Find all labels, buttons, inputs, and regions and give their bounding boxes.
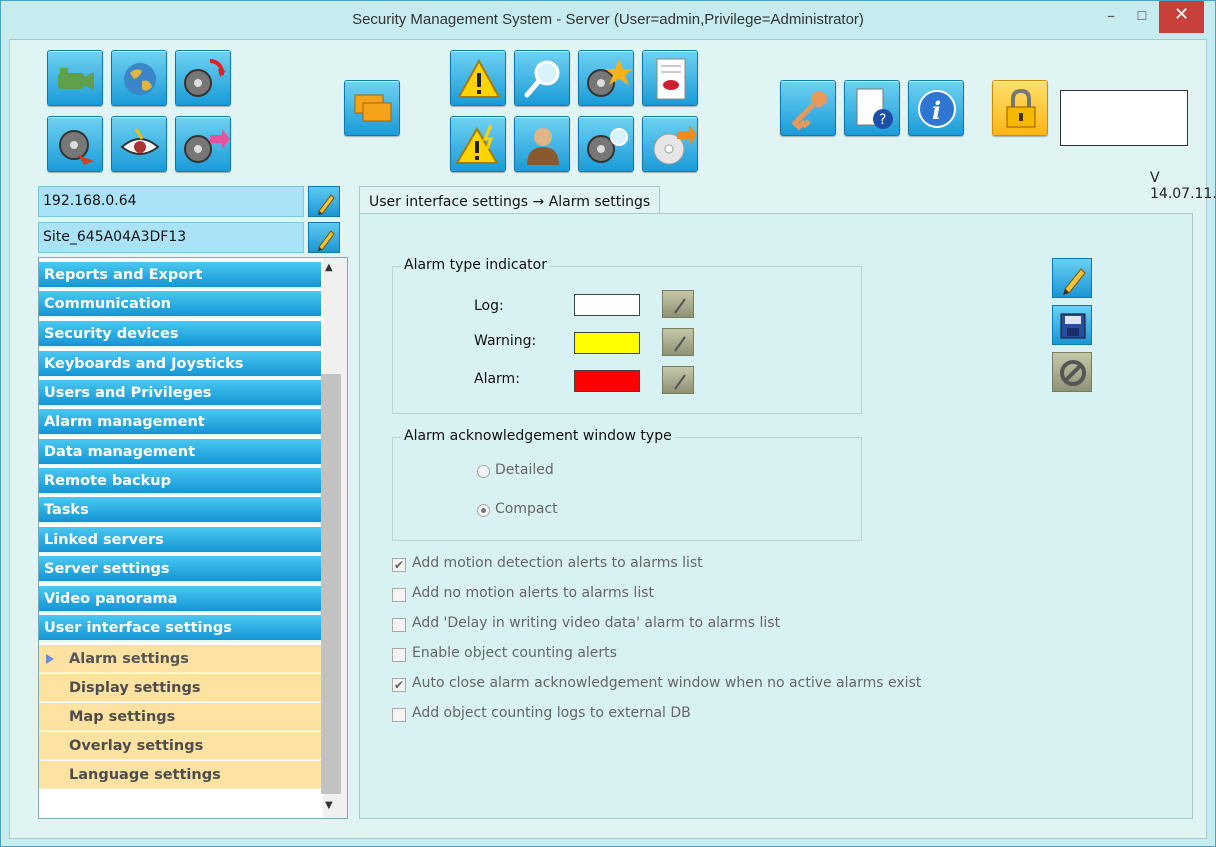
- film-search-icon[interactable]: [578, 116, 634, 172]
- tab-alarm-settings[interactable]: User interface settings → Alarm settings: [359, 186, 661, 216]
- disc-export-icon[interactable]: [642, 116, 698, 172]
- eye-icon[interactable]: [111, 116, 167, 172]
- external-db-checkbox[interactable]: [392, 708, 406, 722]
- auto-close-label: Auto close alarm acknowledgement window …: [412, 675, 922, 691]
- tree-item-keyboards[interactable]: Keyboards and Joysticks: [39, 351, 321, 378]
- tree-sub-map-settings[interactable]: Map settings: [39, 703, 321, 731]
- warning-label: Warning:: [474, 333, 537, 349]
- svg-text:i: i: [932, 96, 941, 125]
- tree-sub-display-settings[interactable]: Display settings: [39, 674, 321, 702]
- tree-sub-alarm-settings[interactable]: Alarm settings: [39, 645, 321, 673]
- scroll-up-icon[interactable]: ▲: [325, 262, 333, 273]
- app-window: Security Management System - Server (Use…: [0, 0, 1216, 847]
- minimize-button[interactable]: –: [1096, 1, 1126, 33]
- settings-tree[interactable]: Reports and Export Communication Securit…: [38, 257, 348, 819]
- ack-window-title: Alarm acknowledgement window type: [401, 428, 675, 444]
- alarm-color-swatch: [574, 370, 640, 392]
- object-counting-checkbox[interactable]: [392, 648, 406, 662]
- site-name-field[interactable]: Site_645A04A3DF13: [38, 222, 304, 253]
- status-field: [1060, 90, 1188, 146]
- tree-item-linked-servers[interactable]: Linked servers: [39, 527, 321, 554]
- user-icon[interactable]: [514, 116, 570, 172]
- tree-item-data-management[interactable]: Data management: [39, 439, 321, 466]
- search-icon[interactable]: [514, 50, 570, 106]
- tree-item-video-panorama[interactable]: Video panorama: [39, 586, 321, 613]
- ack-window-group: Alarm acknowledgement window type: [392, 428, 862, 541]
- cancel-button[interactable]: [1052, 352, 1092, 392]
- detailed-label: Detailed: [495, 462, 554, 478]
- tree-sub-overlay-settings[interactable]: Overlay settings: [39, 732, 321, 760]
- tree-item-reports[interactable]: Reports and Export: [39, 262, 321, 289]
- compact-label: Compact: [495, 501, 558, 517]
- motion-alerts-checkbox[interactable]: ✔: [392, 558, 406, 572]
- warning-color-picker-button[interactable]: [662, 328, 694, 356]
- log-color-picker-button[interactable]: [662, 290, 694, 318]
- save-button[interactable]: [1052, 305, 1092, 345]
- motion-alerts-label: Add motion detection alerts to alarms li…: [412, 555, 703, 571]
- log-label: Log:: [474, 298, 504, 314]
- tree-sub-label: Alarm settings: [69, 651, 189, 667]
- alarm-type-title: Alarm type indicator: [401, 257, 550, 273]
- warning-lightning-icon[interactable]: [450, 116, 506, 172]
- svg-text:?: ?: [879, 112, 886, 128]
- lock-icon[interactable]: [992, 80, 1048, 136]
- edit-site-button[interactable]: [308, 222, 340, 253]
- tree-item-user-interface-settings[interactable]: User interface settings: [39, 615, 321, 642]
- camera-icon[interactable]: [47, 50, 103, 106]
- film-icon[interactable]: [47, 116, 103, 172]
- help-document-icon[interactable]: ?: [844, 80, 900, 136]
- tree-item-tasks[interactable]: Tasks: [39, 497, 321, 524]
- film-refresh-icon[interactable]: [175, 50, 231, 106]
- film-export-icon[interactable]: [175, 116, 231, 172]
- warning-color-swatch: [574, 332, 640, 354]
- tree-item-alarm-management[interactable]: Alarm management: [39, 409, 321, 436]
- compact-radio[interactable]: [477, 504, 490, 517]
- external-db-label: Add object counting logs to external DB: [412, 705, 691, 721]
- windows-icon[interactable]: [344, 80, 400, 136]
- globe-icon[interactable]: [111, 50, 167, 106]
- object-counting-label: Enable object counting alerts: [412, 645, 617, 661]
- close-button[interactable]: ✕: [1159, 1, 1204, 33]
- info-icon[interactable]: i: [908, 80, 964, 136]
- delay-writing-checkbox[interactable]: [392, 618, 406, 632]
- tree-item-remote-backup[interactable]: Remote backup: [39, 468, 321, 495]
- edit-button[interactable]: [1052, 258, 1092, 298]
- tree-item-security-devices[interactable]: Security devices: [39, 321, 321, 348]
- main-area: ? i V 14.07.11.01 192.168.0.64 Site_645A…: [9, 39, 1216, 839]
- server-ip-field[interactable]: 192.168.0.64: [38, 186, 304, 217]
- tree-sub-language-settings[interactable]: Language settings: [39, 761, 321, 789]
- auto-close-checkbox[interactable]: ✔: [392, 678, 406, 692]
- window-title: Security Management System - Server (Use…: [352, 11, 864, 28]
- alarm-color-picker-button[interactable]: [662, 366, 694, 394]
- maximize-button[interactable]: ☐: [1127, 1, 1157, 33]
- log-color-swatch: [574, 294, 640, 316]
- tree-item-server-settings[interactable]: Server settings: [39, 556, 321, 583]
- tree-item-communication[interactable]: Communication: [39, 291, 321, 318]
- edit-ip-button[interactable]: [308, 186, 340, 217]
- alarm-label: Alarm:: [474, 371, 520, 387]
- scroll-down-icon[interactable]: ▼: [325, 800, 333, 811]
- title-bar: Security Management System - Server (Use…: [1, 1, 1215, 39]
- tree-item-users[interactable]: Users and Privileges: [39, 380, 321, 407]
- delay-writing-label: Add 'Delay in writing video data' alarm …: [412, 615, 781, 631]
- selected-arrow-icon: [46, 654, 54, 664]
- version-label: V 14.07.11.01: [1150, 170, 1216, 202]
- tree-scroll-thumb[interactable]: [321, 374, 341, 794]
- key-icon[interactable]: [780, 80, 836, 136]
- no-motion-label: Add no motion alerts to alarms list: [412, 585, 654, 601]
- document-icon[interactable]: [642, 50, 698, 106]
- warning-icon[interactable]: [450, 50, 506, 106]
- no-motion-checkbox[interactable]: [392, 588, 406, 602]
- film-star-icon[interactable]: [578, 50, 634, 106]
- detailed-radio[interactable]: [477, 465, 490, 478]
